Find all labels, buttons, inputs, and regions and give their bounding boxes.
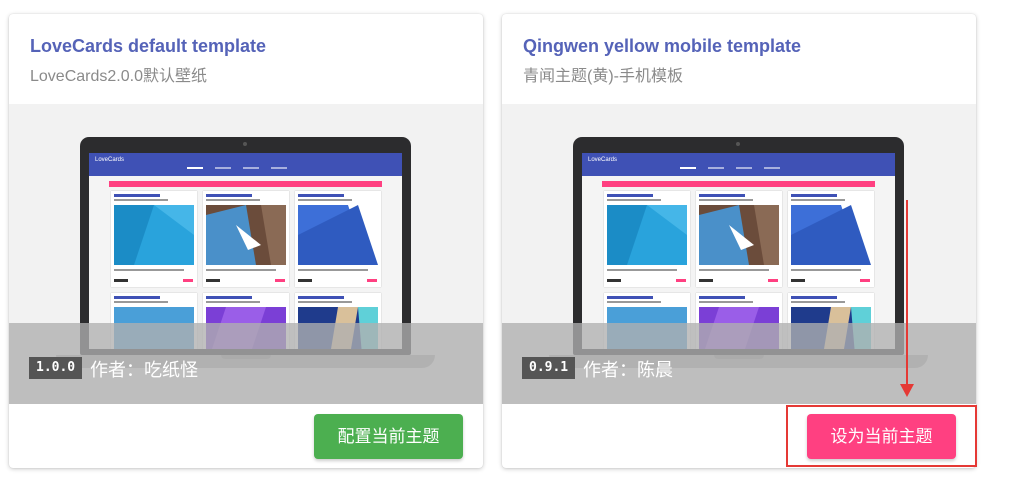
theme-title: LoveCards default template: [30, 36, 267, 56]
wallpaper-thumbnail: [298, 205, 378, 265]
preview-app-bar: LoveCards: [89, 153, 402, 176]
wallpaper-thumbnail: [607, 205, 687, 265]
arrow-down-icon: [900, 384, 914, 397]
configure-theme-button[interactable]: 配置当前主题: [314, 414, 463, 459]
theme-card-qingwen: Qingwen yellow mobile template 青闻主题(黄)-手…: [502, 14, 976, 468]
wallpaper-thumbnail: [699, 205, 779, 265]
version-badge: 1.0.0: [29, 357, 83, 379]
preview-card: [111, 191, 197, 287]
theme-preview: LoveCards: [9, 104, 483, 404]
version-badge: 0.9.1: [522, 357, 576, 379]
preview-app-logo: LoveCards: [95, 157, 125, 163]
preview-app-logo: LoveCards: [588, 157, 618, 163]
theme-title: Qingwen yellow mobile template: [523, 36, 802, 56]
theme-card-lovecards: LoveCards default template LoveCards2.0.…: [9, 14, 483, 468]
preview-card: [788, 191, 874, 287]
annotation-arrow: [906, 200, 908, 386]
theme-preview: LoveCards: [502, 104, 976, 404]
preview-app-bar: LoveCards: [582, 153, 895, 176]
preview-card: [295, 191, 381, 287]
preview-screenshot: LoveCards: [89, 153, 402, 349]
camera-icon: [243, 142, 247, 146]
theme-subtitle: LoveCards2.0.0默认壁纸: [30, 68, 207, 85]
preview-card: [696, 191, 782, 287]
preview-card: [604, 191, 690, 287]
preview-screenshot: LoveCards: [582, 153, 895, 349]
wallpaper-thumbnail: [114, 205, 194, 265]
preview-notice-bar: [109, 181, 382, 187]
theme-author: 作者：吃纸怪: [90, 360, 198, 380]
annotation-highlight-box: [786, 405, 977, 467]
theme-author: 作者：陈晨: [583, 360, 673, 380]
theme-subtitle: 青闻主题(黄)-手机模板: [523, 68, 683, 85]
wallpaper-thumbnail: [791, 205, 871, 265]
preview-card: [203, 191, 289, 287]
preview-notice-bar: [602, 181, 875, 187]
camera-icon: [736, 142, 740, 146]
wallpaper-thumbnail: [206, 205, 286, 265]
